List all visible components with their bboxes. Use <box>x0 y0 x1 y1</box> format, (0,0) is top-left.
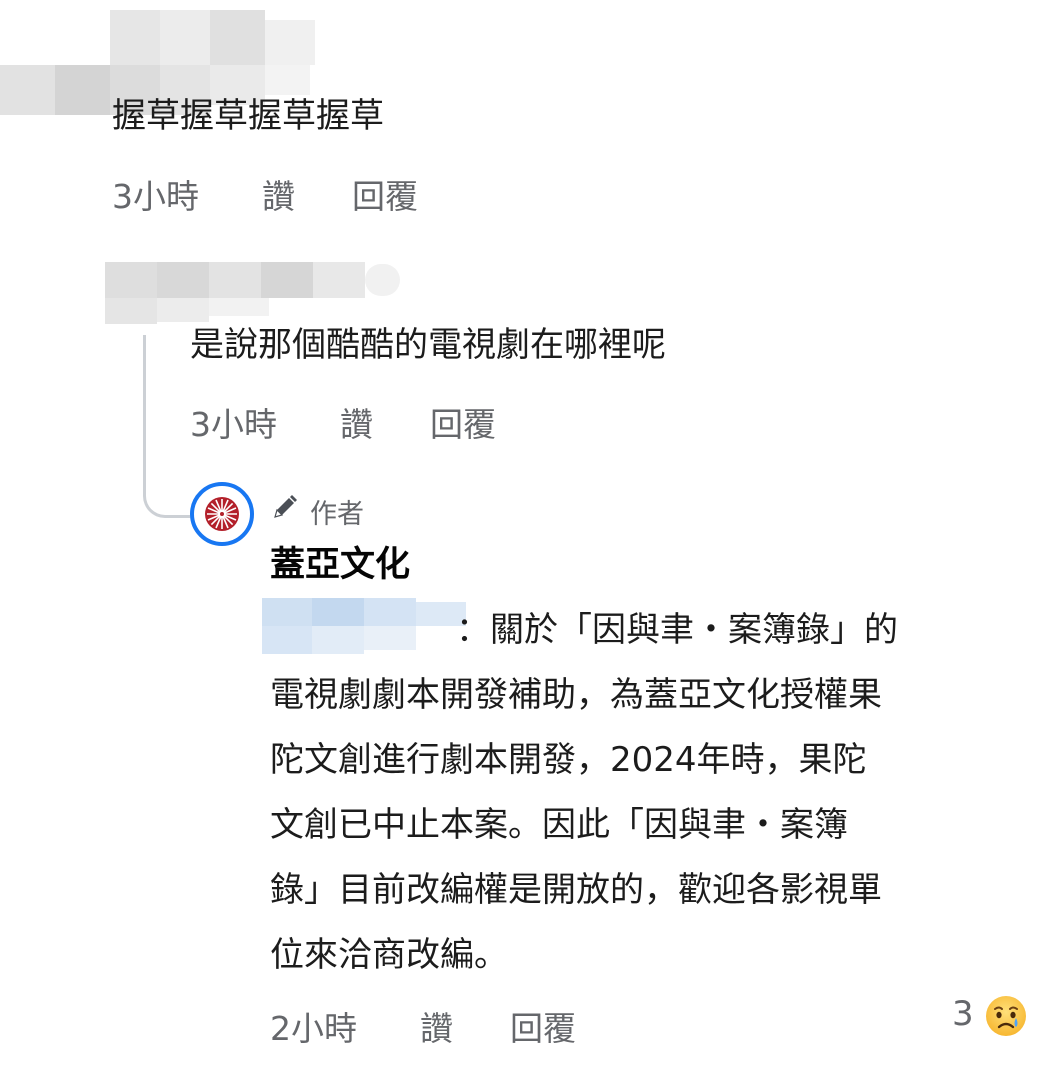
reply-text: 是說那個酷酷的電視劇在哪裡呢 <box>190 325 666 365</box>
comment-text: 握草握草握草握草 <box>112 96 384 136</box>
pencil-icon <box>274 495 297 518</box>
like-button[interactable]: 讚 <box>340 398 373 446</box>
blurred-username-2 <box>105 262 405 328</box>
like-button[interactable]: 讚 <box>262 170 295 218</box>
author-reply-text: ：關於「因與聿・案簿錄」的 電視劇劇本開發補助，為蓋亞文化授權果 陀文創進行劇本… <box>270 598 1010 988</box>
author-badge-label: 作者 <box>310 499 364 530</box>
comment-actions: 3小時 讚 回覆 <box>112 170 452 216</box>
reply-line: 位來洽商改編。 <box>270 935 508 975</box>
author-reply-actions: 2小時 讚 回覆 <box>270 1002 610 1048</box>
reply-button[interactable]: 回覆 <box>352 170 418 218</box>
reply-timestamp: 2小時 <box>270 1009 357 1048</box>
reply-line: ：關於「因與聿・案簿錄」的 <box>456 610 898 650</box>
comment-timestamp: 3小時 <box>112 177 199 216</box>
reply-line: 電視劇劇本開發補助，為蓋亞文化授權果 <box>270 675 882 715</box>
reply-line: 錄」目前改編權是開放的，歡迎各影視單 <box>270 870 882 910</box>
reply-line: 文創已中止本案。因此「因與聿・案簿 <box>270 805 848 845</box>
reply-button[interactable]: 回覆 <box>510 1002 576 1050</box>
reaction-count: 3 <box>952 994 974 1034</box>
author-avatar[interactable] <box>190 482 254 546</box>
reply-line: 陀文創進行劇本開發，2024年時，果陀 <box>270 740 867 780</box>
author-name[interactable]: 蓋亞文化 <box>270 536 410 587</box>
publisher-logo-icon <box>200 492 244 536</box>
like-button[interactable]: 讚 <box>420 1002 453 1050</box>
reply-timestamp: 3小時 <box>190 405 277 444</box>
reply-button[interactable]: 回覆 <box>430 398 496 446</box>
crying-face-icon <box>986 996 1026 1036</box>
thread-connector-line <box>143 335 190 518</box>
reply-actions: 3小時 讚 回覆 <box>190 398 530 444</box>
